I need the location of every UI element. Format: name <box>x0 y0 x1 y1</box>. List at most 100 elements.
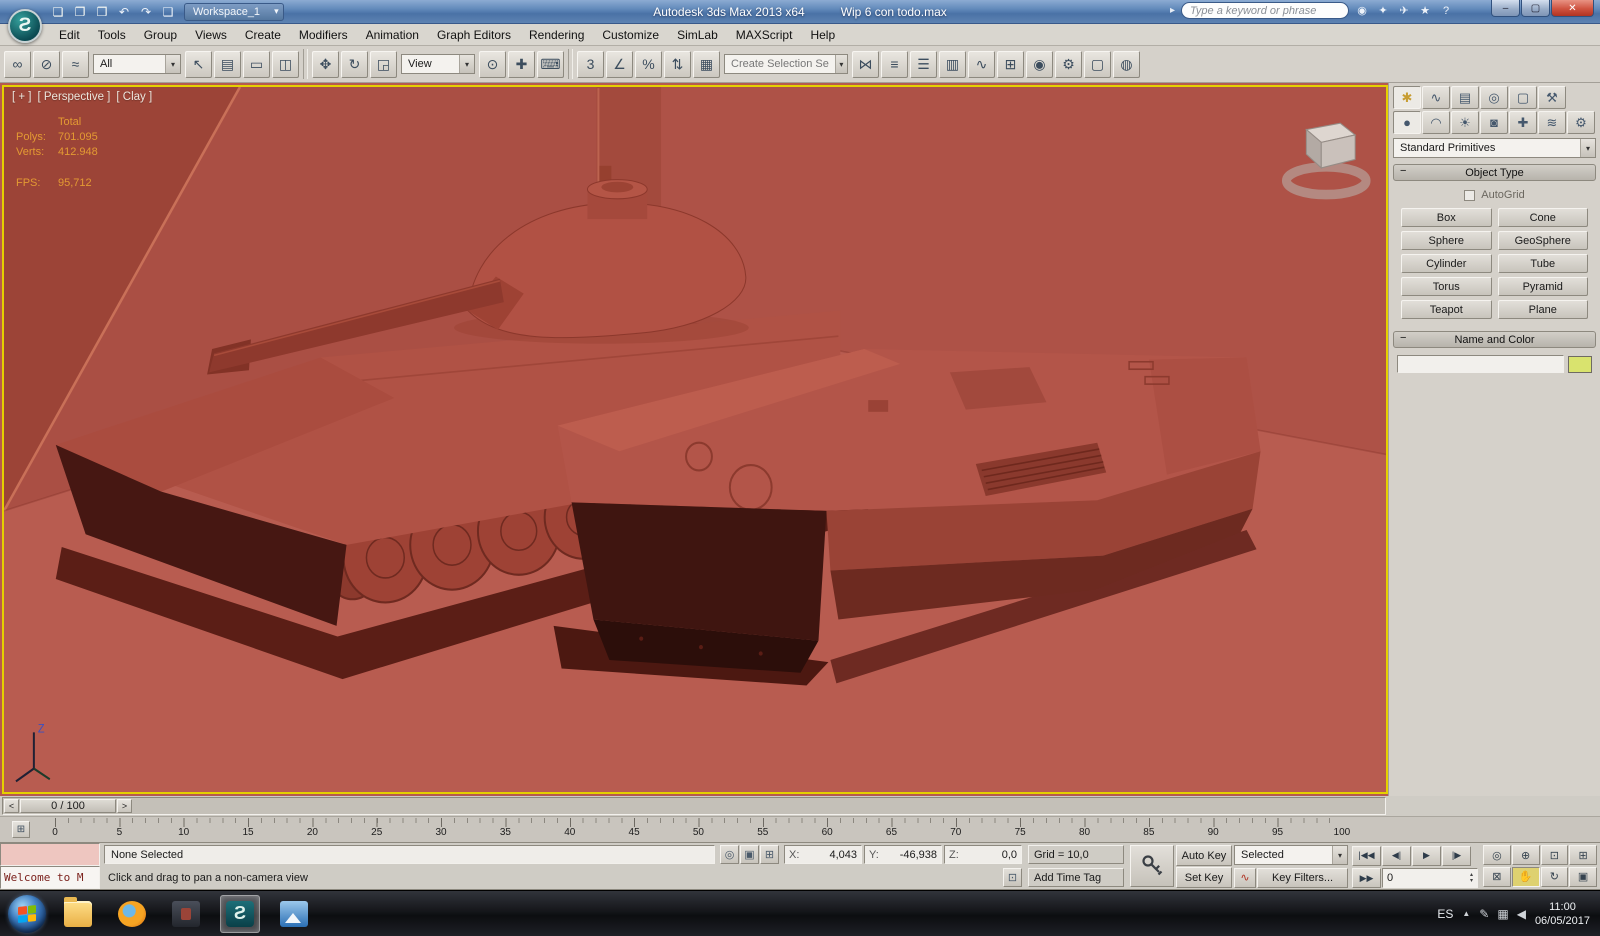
absolute-offset-icon[interactable]: ⊞ <box>760 845 779 864</box>
communicator-icon[interactable]: ⊡ <box>1003 868 1022 887</box>
tube-button[interactable]: Tube <box>1497 254 1588 273</box>
subcategory-dropdown[interactable]: Standard Primitives ▾ <box>1393 138 1596 158</box>
zoom-icon[interactable]: ◎ <box>1483 845 1511 865</box>
viewport-menu-shading[interactable]: [ Clay ] <box>116 91 152 103</box>
zoom-extents-icon[interactable]: ⊡ <box>1540 845 1569 865</box>
menu-modifiers[interactable]: Modifiers <box>290 24 357 45</box>
go-to-end-button[interactable]: ▶▶ <box>1352 868 1381 889</box>
language-indicator[interactable]: ES <box>1437 907 1453 921</box>
next-frame-button[interactable]: |▶ <box>1442 845 1471 866</box>
window-crossing-icon[interactable]: ◫ <box>272 50 299 78</box>
cameras-category[interactable]: ◙ <box>1480 111 1508 134</box>
secondary-app-taskbar-icon[interactable] <box>166 895 206 933</box>
render-setup-icon[interactable]: ⚙ <box>1055 50 1082 78</box>
key-filters-button[interactable]: Key Filters... <box>1257 867 1348 888</box>
schematic-view-icon[interactable]: ⊞ <box>997 50 1024 78</box>
menu-help[interactable]: Help <box>801 24 844 45</box>
viewport-canvas[interactable]: Z <box>4 87 1386 792</box>
default-tangent-button[interactable]: ∿ <box>1234 867 1256 888</box>
layer-manager-icon[interactable]: ☰ <box>910 50 937 78</box>
menu-edit[interactable]: Edit <box>50 24 89 45</box>
application-menu-button[interactable]: Ƨ <box>8 9 42 43</box>
menu-animation[interactable]: Animation <box>357 24 428 45</box>
curve-editor-icon[interactable]: ∿ <box>968 50 995 78</box>
use-pivot-center-icon[interactable]: ⊙ <box>479 50 506 78</box>
close-button[interactable]: ✕ <box>1551 0 1594 17</box>
redo-icon[interactable]: ↷ <box>136 3 156 21</box>
named-selection-set-dropdown[interactable]: Create Selection Se ▾ <box>724 54 848 74</box>
autogrid-checkbox[interactable] <box>1464 189 1476 201</box>
clock[interactable]: 11:00 06/05/2017 <box>1535 900 1590 928</box>
orbit-icon[interactable]: ↻ <box>1540 866 1569 887</box>
project-folder-icon[interactable]: ❑ <box>158 3 178 21</box>
save-file-icon[interactable]: ❒ <box>92 3 112 21</box>
set-key-button[interactable]: Set Key <box>1176 867 1232 888</box>
select-by-name-icon[interactable]: ▤ <box>214 50 241 78</box>
systems-category[interactable]: ⚙ <box>1567 111 1595 134</box>
percent-snap-icon[interactable]: % <box>635 50 662 78</box>
space-warps-category[interactable]: ≋ <box>1538 111 1566 134</box>
modify-tab[interactable]: ∿ <box>1422 86 1450 109</box>
viewport-menu-pov[interactable]: [ Perspective ] <box>38 91 111 103</box>
mirror-icon[interactable]: ⋈ <box>852 50 879 78</box>
select-and-move-icon[interactable]: ✥ <box>312 50 339 78</box>
material-editor-icon[interactable]: ◉ <box>1026 50 1053 78</box>
menu-rendering[interactable]: Rendering <box>520 24 593 45</box>
search-input[interactable] <box>1181 2 1349 19</box>
help-icon[interactable]: ? <box>1437 2 1455 19</box>
selection-lock-icon[interactable]: ▣ <box>740 845 759 864</box>
geosphere-button[interactable]: GeoSphere <box>1497 231 1588 250</box>
mini-curve-editor-button[interactable]: ⊞ <box>12 821 30 838</box>
maximize-viewport-icon[interactable]: ▣ <box>1569 866 1597 887</box>
new-file-icon[interactable]: ❏ <box>48 3 68 21</box>
open-file-icon[interactable]: ❐ <box>70 3 90 21</box>
time-slider[interactable]: < 0 / 100 > <box>0 796 1600 816</box>
teapot-button[interactable]: Teapot <box>1401 300 1492 319</box>
subscription-key-icon[interactable]: ✦ <box>1374 2 1392 19</box>
select-and-manipulate-icon[interactable]: ✚ <box>508 50 535 78</box>
y-coordinate-field[interactable]: Y: -46,938 <box>864 845 942 864</box>
select-object-icon[interactable]: ↖ <box>185 50 212 78</box>
image-viewer-taskbar-icon[interactable] <box>274 895 314 933</box>
angle-snap-icon[interactable]: ∠ <box>606 50 633 78</box>
isolate-selection-icon[interactable]: ◎ <box>720 845 739 864</box>
create-tab[interactable]: ✱ <box>1393 86 1421 109</box>
track-bar[interactable]: ⊞ 0 5 10 15 20 25 30 35 40 45 50 55 60 65 70 75 80 85 90 95… <box>0 816 1600 843</box>
maxscript-mini-listener[interactable]: Welcome to M <box>0 865 100 889</box>
maximize-button[interactable]: ▢ <box>1521 0 1550 17</box>
cylinder-button[interactable]: Cylinder <box>1401 254 1492 273</box>
undo-icon[interactable]: ↶ <box>114 3 134 21</box>
play-button[interactable]: ▶ <box>1412 845 1441 866</box>
3dsmax-taskbar-icon[interactable] <box>220 894 260 933</box>
viewport-menu-general[interactable]: [ + ] <box>12 91 32 103</box>
spinner-arrows-icon[interactable]: ▴ ▾ <box>1470 872 1473 884</box>
hierarchy-tab[interactable]: ▤ <box>1451 86 1479 109</box>
previous-frame-button[interactable]: ◀| <box>1382 845 1411 866</box>
pen-tray-icon[interactable]: ✎ <box>1479 907 1489 921</box>
time-slider-thumb[interactable]: 0 / 100 <box>20 799 116 813</box>
time-slider-track[interactable]: < 0 / 100 > <box>2 797 1386 815</box>
menu-tools[interactable]: Tools <box>89 24 135 45</box>
plane-button[interactable]: Plane <box>1497 300 1588 319</box>
zoom-region-icon[interactable]: ⊠ <box>1483 866 1511 887</box>
selection-filter-dropdown[interactable]: All ▾ <box>93 54 181 74</box>
menu-group[interactable]: Group <box>135 24 186 45</box>
volume-tray-icon[interactable]: ◀ <box>1517 907 1526 921</box>
named-selection-sets-icon[interactable]: ▦ <box>693 50 720 78</box>
utilities-tab[interactable]: ⚒ <box>1538 86 1566 109</box>
select-and-scale-icon[interactable]: ◲ <box>370 50 397 78</box>
menu-views[interactable]: Views <box>186 24 236 45</box>
keyboard-override-icon[interactable]: ⌨ <box>537 50 564 78</box>
object-type-rollout[interactable]: − Object Type <box>1393 164 1596 181</box>
snap-toggle-3d-icon[interactable]: 3 <box>577 50 604 78</box>
shapes-category[interactable]: ◠ <box>1422 111 1450 134</box>
select-and-link-icon[interactable]: ∞ <box>4 50 31 78</box>
menu-simlab[interactable]: SimLab <box>668 24 727 45</box>
menu-customize[interactable]: Customize <box>593 24 668 45</box>
pyramid-button[interactable]: Pyramid <box>1497 277 1588 296</box>
explorer-taskbar-icon[interactable] <box>58 895 98 933</box>
tray-expand-icon[interactable]: ▲ <box>1462 909 1470 918</box>
favorites-star-icon[interactable]: ★ <box>1416 2 1434 19</box>
infocenter-collapse-icon[interactable]: ▸ <box>1170 5 1175 16</box>
zoom-all-icon[interactable]: ⊕ <box>1511 845 1540 865</box>
